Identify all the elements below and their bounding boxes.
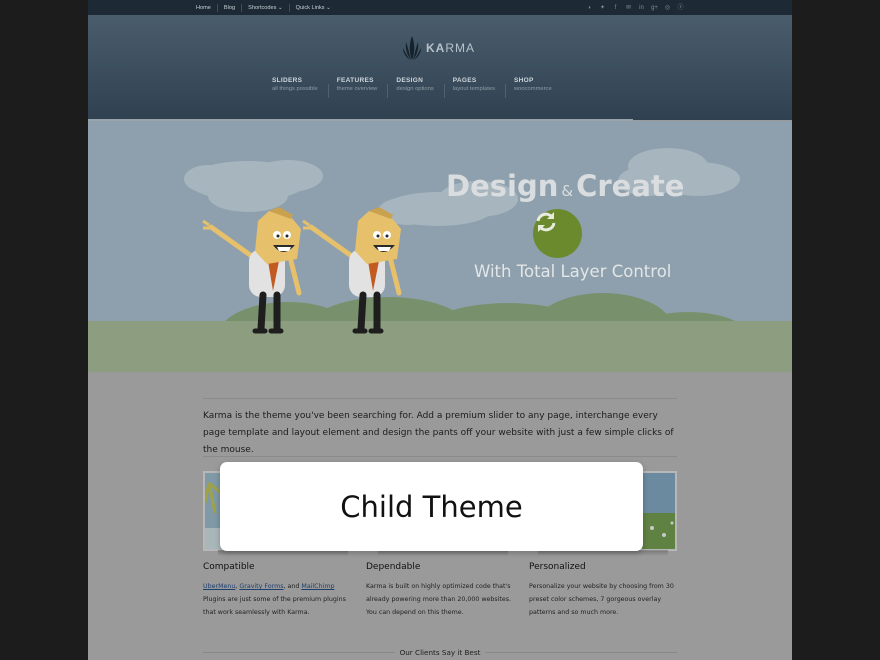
hero-slider[interactable]: Design & Create With Total Layer Control <box>88 121 792 372</box>
child-theme-card[interactable]: Child Theme <box>220 462 643 551</box>
logo-text: KARMA <box>426 41 476 55</box>
mail-icon[interactable]: ✉ <box>625 4 632 12</box>
divider <box>203 398 677 399</box>
feature-title: Compatible <box>203 562 255 572</box>
nav-divider <box>504 84 506 98</box>
site-logo[interactable]: KARMA <box>402 35 475 61</box>
nav-title: FEATURES <box>336 77 374 84</box>
nav-title: SLIDERS <box>272 77 303 84</box>
feature-text: Personalize your website by choosing fro… <box>529 583 674 616</box>
hero-refresh-button[interactable] <box>533 209 582 258</box>
hero-subtitle: With Total Layer Control <box>474 262 672 281</box>
nav-title: DESIGN <box>396 77 424 84</box>
link-gravity-forms[interactable]: Gravity Forms <box>239 583 283 590</box>
top-link-blog[interactable]: Blog <box>216 3 241 12</box>
intro-text: Karma is the theme you've been searching… <box>203 411 674 455</box>
refresh-icon <box>536 212 556 232</box>
main-nav: SLIDERS all things possible FEATURES the… <box>272 77 562 98</box>
top-bar: Home Blog Shortcodes ⌄ Quick Links ⌄ ◗ ✦… <box>88 0 792 15</box>
clients-heading: Our Clients Say it Best <box>203 648 677 657</box>
nav-item-features[interactable]: FEATURES theme overview <box>337 77 388 98</box>
feature-text: Karma is built on highly optimized code … <box>366 583 512 616</box>
feature-title: Personalized <box>529 562 586 572</box>
dribbble-icon[interactable]: ◎ <box>664 4 671 12</box>
divider <box>203 456 677 457</box>
nav-item-sliders[interactable]: SLIDERS all things possible <box>272 77 328 98</box>
facebook-icon[interactable]: f <box>612 4 619 12</box>
top-link-shortcodes[interactable]: Shortcodes ⌄ <box>241 3 289 12</box>
twitter-icon[interactable]: ✦ <box>599 4 606 12</box>
logo-flame-icon <box>403 36 421 60</box>
feature-dependable: Dependable Karma is built on highly opti… <box>366 562 516 619</box>
nav-item-design[interactable]: DESIGN design options <box>396 77 443 98</box>
feature-image <box>640 471 677 551</box>
nav-divider <box>387 84 389 98</box>
skype-icon[interactable]: ⓢ <box>677 4 684 12</box>
feature-personalized: Personalized Personalize your website by… <box>529 562 679 619</box>
hero-title-right: Create <box>576 169 685 203</box>
hero-title-left: Design <box>446 169 559 203</box>
nav-subtitle: all things possible <box>272 86 318 92</box>
nav-subtitle: woocommerce <box>513 86 552 92</box>
page: Home Blog Shortcodes ⌄ Quick Links ⌄ ◗ ✦… <box>88 0 792 660</box>
nav-subtitle: design options <box>396 86 434 92</box>
google-plus-icon[interactable]: g+ <box>651 4 658 12</box>
nav-title: SHOP <box>513 77 534 84</box>
nav-subtitle: theme overview <box>336 86 378 92</box>
ground <box>88 321 792 372</box>
hero-title-amp: & <box>561 182 574 200</box>
nav-item-shop[interactable]: SHOP woocommerce <box>514 77 562 98</box>
nav-item-pages[interactable]: PAGES layout templates <box>453 77 505 98</box>
social-icons: ◗ ✦ f ✉ in g+ ◎ ⓢ <box>586 0 684 15</box>
nav-divider <box>327 84 329 98</box>
top-link-home[interactable]: Home <box>196 4 217 12</box>
site-header: KARMA SLIDERS all things possible FEATUR… <box>88 15 792 120</box>
link-mailchimp[interactable]: MailChimp <box>301 583 334 590</box>
nav-divider <box>443 84 445 98</box>
hero-title: Design & Create <box>446 169 684 203</box>
link-ubermenu[interactable]: UberMenu <box>203 583 235 590</box>
hero-illustration <box>88 148 792 372</box>
feature-compatible: Compatible UberMenu, Gravity Forms, and … <box>203 562 353 619</box>
linkedin-icon[interactable]: in <box>638 4 645 12</box>
rss-icon[interactable]: ◗ <box>586 4 593 12</box>
feature-text: UberMenu, Gravity Forms, and MailChimp Pl… <box>203 583 346 616</box>
nav-subtitle: layout templates <box>452 86 495 92</box>
child-theme-label: Child Theme <box>340 489 523 524</box>
top-link-quick-links[interactable]: Quick Links ⌄ <box>288 3 337 12</box>
feature-title: Dependable <box>366 562 421 572</box>
top-links: Home Blog Shortcodes ⌄ Quick Links ⌄ <box>196 0 337 15</box>
cloud <box>184 160 323 212</box>
nav-title: PAGES <box>452 77 477 84</box>
